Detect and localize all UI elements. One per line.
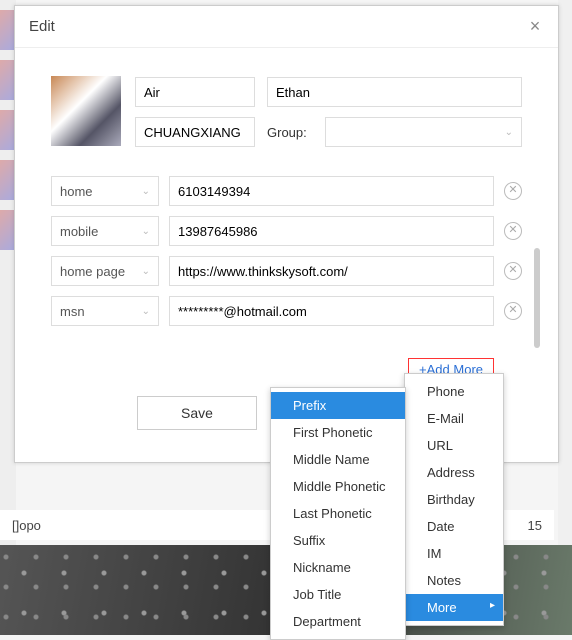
right-scrollbar-area <box>558 0 572 633</box>
field-row: home page ⌄ ✕ <box>51 256 522 286</box>
field-value-input[interactable] <box>169 296 494 326</box>
field-type-label: home page <box>60 264 125 279</box>
menu-item-birthday[interactable]: Birthday <box>405 486 503 513</box>
group-row: Group: ⌄ <box>267 117 522 147</box>
menu-item-job-title[interactable]: Job Title <box>271 581 405 608</box>
thumb <box>0 60 14 100</box>
field-row: mobile ⌄ ✕ <box>51 216 522 246</box>
field-type-label: home <box>60 184 93 199</box>
field-type-select[interactable]: home ⌄ <box>51 176 159 206</box>
chevron-down-icon: ⌄ <box>142 226 150 237</box>
field-value-input[interactable] <box>169 256 494 286</box>
field-row: home ⌄ ✕ <box>51 176 522 206</box>
contact-right-label: 15 <box>528 518 542 533</box>
avatar[interactable] <box>51 76 121 146</box>
field-type-label: mobile <box>60 224 98 239</box>
menu-item-notes[interactable]: Notes <box>405 567 503 594</box>
menu-item-middle-phonetic[interactable]: Middle Phonetic <box>271 473 405 500</box>
field-value-input[interactable] <box>169 176 494 206</box>
menu-item-last-phonetic[interactable]: Last Phonetic <box>271 500 405 527</box>
menu-item-nickname[interactable]: Nickname <box>271 554 405 581</box>
close-icon[interactable]: × <box>526 18 544 36</box>
group-select[interactable]: ⌄ <box>325 117 522 147</box>
menu-item-more[interactable]: More <box>405 594 503 621</box>
field-type-label: msn <box>60 304 85 319</box>
thumb <box>0 110 14 150</box>
menu-item-url[interactable]: URL <box>405 432 503 459</box>
dialog-title: Edit <box>29 18 55 35</box>
menu-item-date[interactable]: Date <box>405 513 503 540</box>
menu-item-address[interactable]: Address <box>405 459 503 486</box>
dialog-header: Edit × <box>15 6 558 48</box>
field-row: msn ⌄ ✕ <box>51 296 522 326</box>
chevron-down-icon: ⌄ <box>505 127 513 138</box>
chevron-down-icon: ⌄ <box>142 186 150 197</box>
field-list: home ⌄ ✕ mobile ⌄ ✕ home page ⌄ <box>51 176 522 326</box>
last-name-input[interactable] <box>267 77 522 107</box>
thumb <box>0 210 14 250</box>
chevron-down-icon: ⌄ <box>142 266 150 277</box>
more-submenu: Prefix First Phonetic Middle Name Middle… <box>270 387 406 640</box>
menu-item-prefix[interactable]: Prefix <box>271 392 405 419</box>
field-type-select[interactable]: mobile ⌄ <box>51 216 159 246</box>
menu-item-first-phonetic[interactable]: First Phonetic <box>271 419 405 446</box>
contact-name-label: []opo <box>12 518 41 533</box>
save-button[interactable]: Save <box>137 396 257 430</box>
menu-item-department[interactable]: Department <box>271 608 405 635</box>
add-more-menu: Phone E-Mail URL Address Birthday Date I… <box>404 373 504 626</box>
menu-item-middle-name[interactable]: Middle Name <box>271 446 405 473</box>
first-name-input[interactable] <box>135 77 255 107</box>
chevron-down-icon: ⌄ <box>142 306 150 317</box>
field-type-select[interactable]: home page ⌄ <box>51 256 159 286</box>
name-grid: Group: ⌄ <box>135 76 522 148</box>
menu-item-phone[interactable]: Phone <box>405 378 503 405</box>
menu-item-im[interactable]: IM <box>405 540 503 567</box>
group-label: Group: <box>267 125 313 140</box>
company-input[interactable] <box>135 117 255 147</box>
delete-field-icon[interactable]: ✕ <box>504 222 522 240</box>
contact-header-row: Group: ⌄ <box>51 76 522 148</box>
field-value-input[interactable] <box>169 216 494 246</box>
thumb <box>0 10 14 50</box>
dialog-body: Group: ⌄ home ⌄ ✕ mobile ⌄ <box>15 48 558 326</box>
thumb <box>0 160 14 200</box>
menu-item-suffix[interactable]: Suffix <box>271 527 405 554</box>
field-type-select[interactable]: msn ⌄ <box>51 296 159 326</box>
delete-field-icon[interactable]: ✕ <box>504 302 522 320</box>
menu-item-email[interactable]: E-Mail <box>405 405 503 432</box>
delete-field-icon[interactable]: ✕ <box>504 182 522 200</box>
scrollbar[interactable] <box>534 248 540 348</box>
delete-field-icon[interactable]: ✕ <box>504 262 522 280</box>
